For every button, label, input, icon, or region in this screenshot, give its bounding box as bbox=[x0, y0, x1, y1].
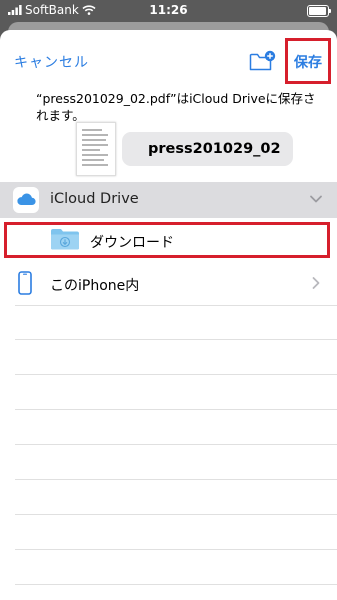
icloud-icon bbox=[13, 187, 39, 213]
save-button[interactable]: 保存 bbox=[294, 52, 322, 72]
status-bar: SoftBank 11:26 bbox=[0, 0, 337, 20]
location-label: iCloud Drive bbox=[50, 191, 139, 207]
location-this-iphone[interactable]: このiPhone内 bbox=[0, 264, 337, 304]
battery-icon bbox=[307, 5, 331, 17]
cancel-button[interactable]: キャンセル bbox=[14, 52, 89, 72]
iphone-icon bbox=[18, 271, 32, 295]
list-separator bbox=[15, 409, 337, 410]
list-separator bbox=[15, 514, 337, 515]
list-separator bbox=[15, 549, 337, 550]
new-folder-icon[interactable] bbox=[249, 50, 277, 72]
save-message: “press201029_02.pdf”はiCloud Driveに保存されます… bbox=[36, 91, 316, 123]
list-separator bbox=[15, 479, 337, 480]
save-sheet: キャンセル 保存 “press201029_02.pdf”はiCloud Dri… bbox=[0, 30, 337, 600]
file-thumbnail bbox=[76, 122, 116, 176]
location-icloud-drive[interactable]: iCloud Drive bbox=[0, 182, 337, 218]
downloads-highlight-box bbox=[4, 222, 330, 258]
list-separator bbox=[15, 584, 337, 585]
file-name-field[interactable]: press201029_02 bbox=[122, 132, 293, 166]
location-label: このiPhone内 bbox=[50, 278, 140, 294]
list-separator bbox=[15, 305, 337, 306]
list-separator bbox=[15, 444, 337, 445]
clock: 11:26 bbox=[149, 3, 188, 17]
list-separator bbox=[15, 339, 337, 340]
nav-bar: キャンセル 保存 bbox=[0, 30, 337, 90]
list-separator bbox=[15, 374, 337, 375]
chevron-down-icon[interactable] bbox=[309, 192, 323, 206]
chevron-right-icon[interactable] bbox=[311, 276, 321, 290]
